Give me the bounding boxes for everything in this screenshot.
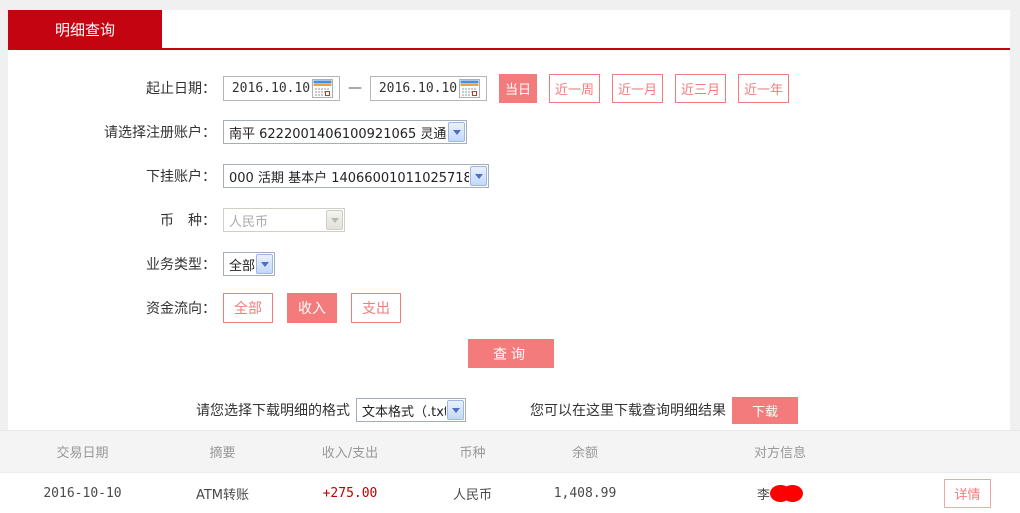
biz-type-select[interactable]: 全部: [223, 252, 275, 276]
currency-select: 人民币: [223, 208, 345, 232]
query-form: 起止日期： —: [8, 50, 1010, 423]
currency-label: 币 种：: [8, 210, 216, 230]
cell-counterparty: 李: [645, 484, 915, 503]
chevron-down-icon: [256, 254, 273, 274]
currency-value: 人民币: [229, 211, 268, 230]
currency-row: 币 种： 人民币: [8, 207, 1010, 233]
date-range-label: 起止日期：: [8, 78, 216, 98]
biz-type-value: 全部: [229, 255, 255, 274]
header-amount: 收入/支出: [280, 442, 420, 461]
header-date: 交易日期: [0, 442, 165, 461]
flow-expense-button[interactable]: 支出: [351, 293, 401, 323]
date-range-row: 起止日期： —: [8, 75, 1010, 101]
cell-date: 2016-10-10: [0, 486, 165, 501]
header-currency: 币种: [420, 442, 525, 461]
query-button[interactable]: 查询: [468, 339, 554, 368]
range-month-button[interactable]: 近一月: [612, 74, 663, 103]
table-header-row: 交易日期 摘要 收入/支出 币种 余额 对方信息: [0, 430, 1020, 473]
range-year-button[interactable]: 近一年: [738, 74, 789, 103]
sub-account-value: 000 活期 基本户 1406600101102571848: [229, 167, 469, 186]
header-summary: 摘要: [165, 442, 280, 461]
register-account-value: 南平 6222001406100921065 灵通卡: [229, 123, 447, 142]
end-date-input[interactable]: [370, 76, 487, 101]
main-panel: 明细查询 起止日期： —: [8, 10, 1010, 430]
download-format-select[interactable]: 文本格式（.txt）: [356, 398, 466, 422]
date-range-separator: —: [348, 80, 362, 96]
results-table: 交易日期 摘要 收入/支出 币种 余额 对方信息 2016-10-10 ATM转…: [0, 430, 1020, 513]
redaction-mark: [782, 485, 803, 502]
counterparty-name: 李: [757, 488, 770, 503]
calendar-icon[interactable]: [459, 79, 480, 98]
cell-balance: 1,408.99: [525, 486, 645, 501]
download-hint: 您可以在这里下载查询明细结果: [530, 400, 726, 420]
download-row: 请您选择下载明细的格式 文本格式（.txt） 您可以在这里下载查询明细结果 下载: [196, 397, 1010, 423]
cell-amount: +275.00: [280, 486, 420, 501]
flow-income-button[interactable]: 收入: [287, 293, 337, 323]
header-balance: 余额: [525, 442, 645, 461]
range-today-button[interactable]: 当日: [499, 74, 537, 103]
biz-type-row: 业务类型： 全部: [8, 251, 1010, 277]
tab-label: 明细查询: [55, 19, 115, 40]
register-account-select[interactable]: 南平 6222001406100921065 灵通卡: [223, 120, 467, 144]
tab-detail-query[interactable]: 明细查询: [8, 10, 162, 48]
download-button[interactable]: 下载: [732, 397, 798, 424]
header-counterparty: 对方信息: [645, 442, 915, 461]
sub-account-select[interactable]: 000 活期 基本户 1406600101102571848: [223, 164, 489, 188]
chevron-down-icon: [326, 210, 343, 230]
start-date-input[interactable]: [223, 76, 340, 101]
end-date-value[interactable]: [377, 81, 459, 96]
range-week-button[interactable]: 近一周: [549, 74, 600, 103]
table-row: 2016-10-10 ATM转账 +275.00 人民币 1,408.99 李 …: [0, 473, 1020, 513]
chevron-down-icon: [448, 122, 465, 142]
cell-action: 详情: [915, 479, 1020, 508]
flow-label: 资金流向：: [8, 298, 216, 318]
cell-currency: 人民币: [420, 484, 525, 503]
start-date-value[interactable]: [230, 81, 312, 96]
range-quarter-button[interactable]: 近三月: [675, 74, 726, 103]
calendar-icon[interactable]: [312, 79, 333, 98]
chevron-down-icon: [470, 166, 487, 186]
flow-all-button[interactable]: 全部: [223, 293, 273, 323]
sub-account-label: 下挂账户：: [8, 166, 216, 186]
cell-summary: ATM转账: [165, 484, 280, 503]
biz-type-label: 业务类型：: [8, 254, 216, 274]
register-account-label: 请选择注册账户：: [8, 122, 216, 142]
download-format-value: 文本格式（.txt）: [362, 401, 446, 420]
flow-row: 资金流向： 全部 收入 支出: [8, 295, 1010, 321]
detail-button[interactable]: 详情: [944, 479, 990, 508]
chevron-down-icon: [447, 400, 464, 420]
register-account-row: 请选择注册账户： 南平 6222001406100921065 灵通卡: [8, 119, 1010, 145]
sub-account-row: 下挂账户： 000 活期 基本户 1406600101102571848: [8, 163, 1010, 189]
download-format-label: 请您选择下载明细的格式: [196, 400, 350, 420]
